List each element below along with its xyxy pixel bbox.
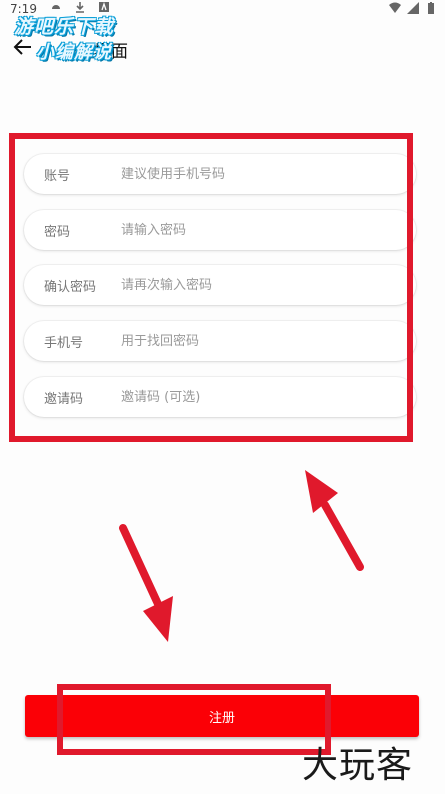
form-highlight-box: [9, 133, 413, 442]
battery-icon: [428, 2, 434, 14]
watermark-bottom: 大玩客: [302, 745, 414, 786]
button-highlight-box: [57, 684, 331, 755]
system-icons: [389, 2, 437, 14]
watermark-logo: 游吧乐下载 小编解说: [14, 10, 154, 70]
wifi-icon: [389, 2, 401, 13]
watermark-line-1: 游吧乐下载: [14, 16, 115, 38]
signal-icon: [407, 2, 419, 14]
arrow-up-icon: [305, 470, 364, 571]
arrow-down-icon: [119, 524, 173, 642]
watermark-line-2: 小编解说: [36, 42, 112, 63]
